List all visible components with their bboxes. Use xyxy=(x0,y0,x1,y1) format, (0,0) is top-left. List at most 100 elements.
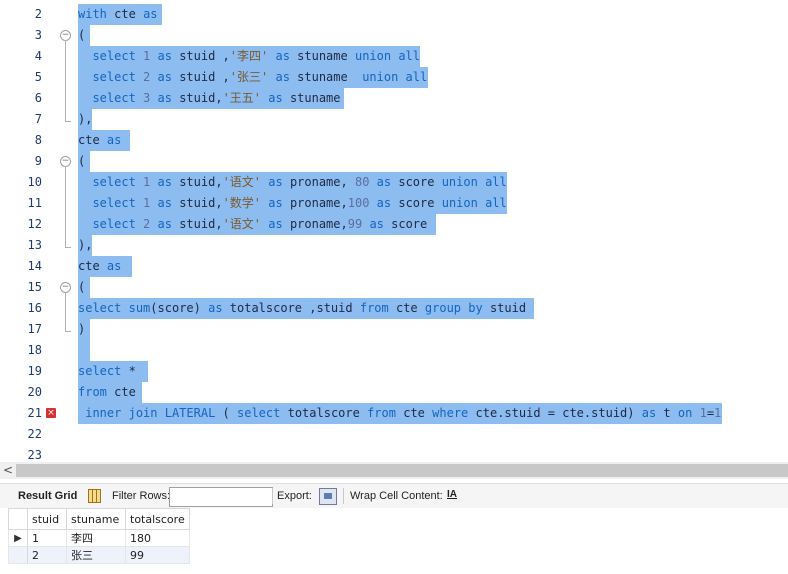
code-line[interactable]: select 3 as stuid,'王五' as stuname xyxy=(78,88,344,109)
code-line[interactable]: select 2 as stuid,'语文' as proname,99 as … xyxy=(78,214,436,235)
cell-stuname[interactable]: 李四 xyxy=(66,529,126,547)
grid-view-icon[interactable] xyxy=(88,489,101,503)
code-line[interactable]: from cte xyxy=(78,382,142,403)
line-number: 13 xyxy=(0,235,46,256)
row-header-corner xyxy=(8,508,28,530)
cell-stuid[interactable]: 1 xyxy=(27,529,67,547)
line-number: 9 xyxy=(0,151,46,172)
line-number: 14 xyxy=(0,256,46,277)
code-line[interactable]: select 2 as stuid ,'张三' as stuname union… xyxy=(78,67,428,88)
code-line[interactable]: select 1 as stuid,'语文' as proname, 80 as… xyxy=(78,172,507,193)
column-header-stuid[interactable]: stuid xyxy=(27,508,67,530)
cell-stuname[interactable]: 张三 xyxy=(66,546,126,564)
code-line[interactable]: ), xyxy=(78,109,93,130)
line-number-text: 2 xyxy=(34,7,42,21)
line-number: 23 xyxy=(0,445,46,462)
result-grid: stuid stuname totalscore ▶ 1 李四 180 2 张三… xyxy=(0,508,788,574)
code-line[interactable]: ( xyxy=(78,25,90,46)
line-number-text: 14 xyxy=(27,259,42,273)
error-marker-icon[interactable]: × xyxy=(46,408,56,418)
export-icon[interactable] xyxy=(319,488,337,505)
row-header xyxy=(8,546,28,564)
code-line[interactable]: select * xyxy=(78,361,148,382)
cell-totalscore[interactable]: 99 xyxy=(125,546,190,564)
scrollbar-thumb[interactable] xyxy=(16,464,788,477)
line-number: 8 xyxy=(0,130,46,151)
line-number: 10 xyxy=(0,172,46,193)
result-toolbar: Result Grid Filter Rows: Export: Wrap Ce… xyxy=(0,483,788,508)
line-number: 21 xyxy=(0,403,46,424)
line-number-text: 19 xyxy=(27,364,42,378)
code-line[interactable]: ( xyxy=(78,151,90,172)
code-line[interactable]: select 1 as stuid ,'李四' as stuname union… xyxy=(78,46,421,67)
line-number-text: 11 xyxy=(27,196,42,210)
scroll-left-arrow-icon[interactable]: < xyxy=(2,462,14,479)
code-line[interactable]: select sum(score) as totalscore ,stuid f… xyxy=(78,298,534,319)
line-number-text: 20 xyxy=(27,385,42,399)
column-header-stuname[interactable]: stuname xyxy=(66,508,126,530)
sql-editor[interactable]: 2 with cte as 3−(4 select 1 as stuid ,'李四'… xyxy=(0,0,788,462)
line-number-text: 5 xyxy=(34,70,42,84)
code-line[interactable] xyxy=(78,340,90,361)
line-number: 16 xyxy=(0,298,46,319)
filter-rows-label: Filter Rows: xyxy=(112,490,171,502)
line-number-text: 3 xyxy=(34,28,42,42)
code-line[interactable]: with cte as xyxy=(78,4,162,25)
line-number-text: 18 xyxy=(27,343,42,357)
line-number-text: 16 xyxy=(27,301,42,315)
code-line[interactable]: ) xyxy=(78,319,90,340)
line-number: 20 xyxy=(0,382,46,403)
line-number: 7 xyxy=(0,109,46,130)
code-line[interactable]: ( xyxy=(78,277,90,298)
line-number: 11 xyxy=(0,193,46,214)
fold-guide xyxy=(65,292,66,331)
line-number-text: 4 xyxy=(34,49,42,63)
line-number-text: 22 xyxy=(27,427,42,441)
line-number-text: 23 xyxy=(27,448,42,462)
fold-end-marker xyxy=(65,121,71,122)
export-label: Export: xyxy=(277,490,312,502)
fold-end-marker xyxy=(65,247,71,248)
cell-stuid[interactable]: 2 xyxy=(27,546,67,564)
wrap-cell-toggle-icon[interactable]: IA xyxy=(447,489,459,500)
line-number: 5 xyxy=(0,67,46,88)
line-number-text: 7 xyxy=(34,112,42,126)
column-header-totalscore[interactable]: totalscore xyxy=(125,508,190,530)
fold-end-marker xyxy=(65,331,71,332)
wrap-cell-label: Wrap Cell Content: xyxy=(350,490,443,502)
line-number-text: 12 xyxy=(27,217,42,231)
table-row[interactable]: ▶ 1 李四 180 xyxy=(8,529,190,547)
code-line[interactable]: select 1 as stuid,'数学' as proname,100 as… xyxy=(78,193,507,214)
line-number: 4 xyxy=(0,46,46,67)
table-row[interactable]: 2 张三 99 xyxy=(8,546,190,564)
line-number: 18 xyxy=(0,340,46,361)
line-number-text: 21 xyxy=(27,406,42,420)
toolbar-separator xyxy=(343,488,344,504)
line-number-text: 8 xyxy=(34,133,42,147)
fold-guide xyxy=(65,166,66,247)
line-number-text: 13 xyxy=(27,238,42,252)
line-number-text: 17 xyxy=(27,322,42,336)
fold-guide xyxy=(65,40,66,121)
cell-totalscore[interactable]: 180 xyxy=(125,529,190,547)
horizontal-scrollbar[interactable]: < xyxy=(0,462,788,479)
line-number-text: 15 xyxy=(27,280,42,294)
code-line[interactable]: cte as xyxy=(78,130,130,151)
code-line[interactable]: ), xyxy=(78,235,93,256)
code-line[interactable]: inner join LATERAL ( select totalscore f… xyxy=(78,403,722,424)
line-number: 3 xyxy=(0,25,46,46)
line-number: 22 xyxy=(0,424,46,445)
line-number: 6 xyxy=(0,88,46,109)
filter-rows-input[interactable] xyxy=(169,487,273,507)
result-grid-tab[interactable]: Result Grid xyxy=(18,490,77,502)
line-number-text: 9 xyxy=(34,154,42,168)
line-number: 12 xyxy=(0,214,46,235)
line-number: 17 xyxy=(0,319,46,340)
current-row-marker-icon: ▶ xyxy=(8,529,28,547)
code-line[interactable]: cte as xyxy=(78,256,132,277)
toolbar-separator xyxy=(272,488,273,504)
line-number: 15 xyxy=(0,277,46,298)
line-number-text: 10 xyxy=(27,175,42,189)
line-number-text: 6 xyxy=(34,91,42,105)
result-table: stuid stuname totalscore ▶ 1 李四 180 2 张三… xyxy=(8,508,190,564)
